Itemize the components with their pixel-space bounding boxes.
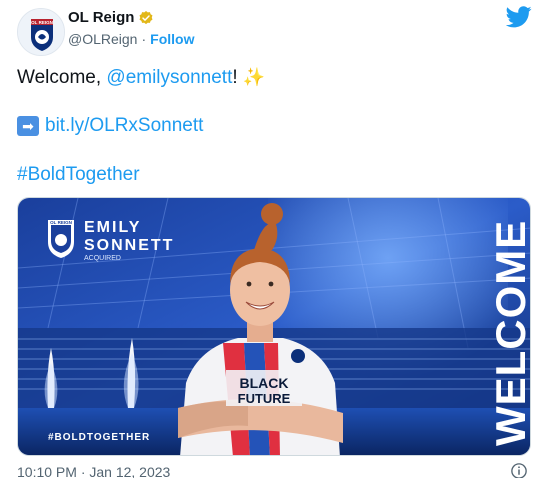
avatar[interactable]: OL REIGN <box>17 8 65 56</box>
tweet-header: OL REIGN OL Reign @OLReign · Follow <box>0 0 544 60</box>
short-link[interactable]: bit.ly/OLRxSonnett <box>45 115 203 137</box>
jersey-sponsor-line1: BLACK <box>240 375 289 391</box>
badge-text: OL REIGN <box>50 220 72 225</box>
hashtag-link[interactable]: #BoldTogether <box>17 164 140 185</box>
club-badge: OL REIGN <box>48 220 74 258</box>
separator: · <box>141 31 147 47</box>
mention-link[interactable]: @emilysonnett <box>106 67 232 88</box>
display-name[interactable]: OL Reign <box>68 9 134 26</box>
player-first-name: EMILY <box>84 219 141 236</box>
jersey-sponsor-line2: FUTURE <box>238 391 291 406</box>
handle[interactable]: @OLReign <box>68 31 137 47</box>
player-last-name: SONNETT <box>84 237 174 254</box>
welcome-text: Welcome, <box>17 67 107 88</box>
media-hashtag: #BOLDTOGETHER <box>48 432 150 443</box>
follow-button[interactable]: Follow <box>150 31 194 47</box>
name-row: OL Reign <box>68 9 154 26</box>
sparkles-emoji-icon: ✨ <box>242 67 266 87</box>
tweet-media-image[interactable]: BLACK FUTURE OL REIGN EMILY SONNETT ACQU… <box>17 197 531 456</box>
tweet-line-link: ➡ bit.ly/OLRxSonnett <box>17 115 203 137</box>
status-label: ACQUIRED <box>84 255 121 262</box>
arrow-right-emoji-icon: ➡ <box>17 116 39 136</box>
welcome-suffix: ! <box>232 67 238 88</box>
verified-icon <box>139 10 153 24</box>
info-icon[interactable] <box>510 462 528 478</box>
vertical-welcome-text: WELCOME <box>487 220 531 446</box>
timestamp[interactable]: 10:10 PM · Jan 12, 2023 <box>17 464 170 478</box>
tweet-line-welcome: Welcome, @emilysonnett! ✨ <box>17 66 265 89</box>
avatar-text: OL REIGN <box>31 20 53 25</box>
twitter-bird-icon[interactable] <box>506 6 532 28</box>
handle-row: @OLReign · Follow <box>68 31 194 47</box>
tweet-line-hashtag: #BoldTogether <box>17 164 140 186</box>
